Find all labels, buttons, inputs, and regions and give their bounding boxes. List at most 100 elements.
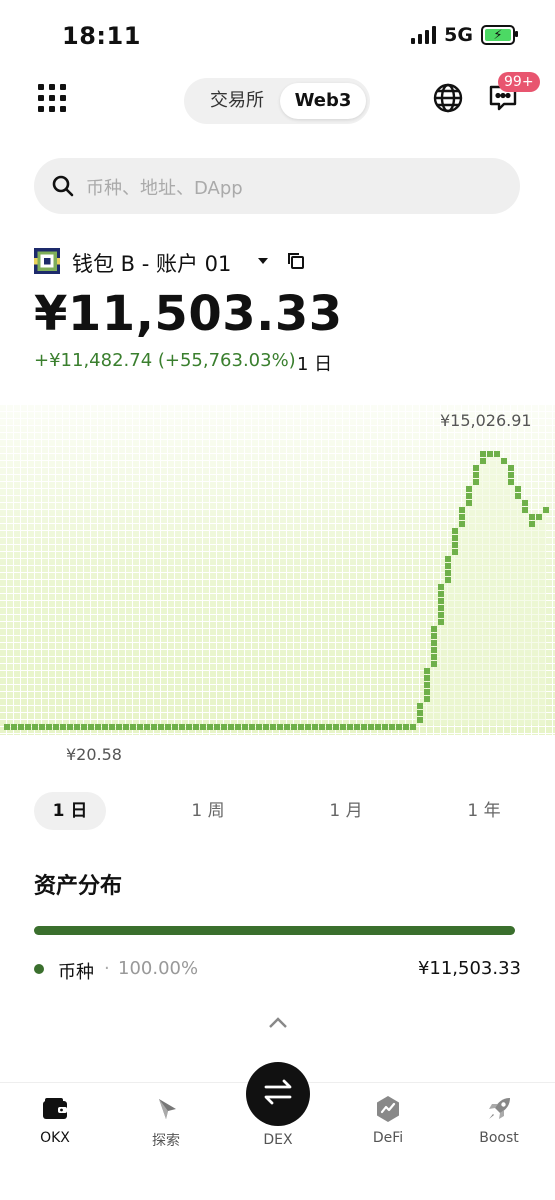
chart-point (431, 647, 437, 653)
chart-point (361, 724, 367, 730)
copy-icon[interactable] (287, 252, 305, 274)
chart-point (431, 661, 437, 667)
chart-point (242, 724, 248, 730)
wallet-avatar-icon (34, 248, 60, 274)
grid-menu-icon[interactable] (38, 84, 66, 112)
chart-point (438, 612, 444, 618)
chart-point (326, 724, 332, 730)
chart-point (417, 717, 423, 723)
asset-value: ¥11,503.33 (417, 958, 521, 979)
chart-point (18, 724, 24, 730)
chart-point (536, 514, 542, 520)
search-bar[interactable]: 币种、地址、DApp (34, 158, 520, 214)
chart-point (459, 521, 465, 527)
chart-point (130, 724, 136, 730)
chart-point (60, 724, 66, 730)
chart-point (25, 724, 31, 730)
chart-point (333, 724, 339, 730)
chart-point (424, 689, 430, 695)
dex-swap-button[interactable] (246, 1062, 310, 1126)
chart-point (529, 521, 535, 527)
chart-point (501, 458, 507, 464)
asset-distribution-title: 资产分布 (34, 874, 123, 899)
chart-point (431, 633, 437, 639)
chart-point (179, 724, 185, 730)
balance-chart[interactable] (0, 405, 555, 765)
chart-point (494, 451, 500, 457)
nav-defi[interactable]: DeFi (343, 1092, 433, 1146)
range-1y[interactable]: 1 年 (448, 792, 520, 830)
chart-point (221, 724, 227, 730)
wallet-icon (10, 1092, 100, 1126)
chart-point (368, 724, 374, 730)
chart-point (431, 626, 437, 632)
range-1m[interactable]: 1 月 (310, 792, 382, 830)
chart-point (312, 724, 318, 730)
chart-point (487, 451, 493, 457)
chart-point (277, 724, 283, 730)
chart-point (53, 724, 59, 730)
notification-badge: 99+ (498, 72, 540, 92)
search-icon (52, 175, 74, 201)
tab-web3[interactable]: Web3 (280, 83, 366, 119)
chart-point (32, 724, 38, 730)
chart-point (291, 724, 297, 730)
nav-boost[interactable]: Boost (454, 1092, 544, 1146)
chart-point (508, 479, 514, 485)
chart-point (347, 724, 353, 730)
chart-point (123, 724, 129, 730)
chart-point (515, 493, 521, 499)
total-balance: ¥11,503.33 (34, 286, 343, 342)
chart-point (459, 514, 465, 520)
chart-point (417, 710, 423, 716)
nav-explore[interactable]: 探索 (121, 1092, 211, 1150)
chart-point (151, 724, 157, 730)
chart-point (263, 724, 269, 730)
chart-point (480, 458, 486, 464)
chart-point (508, 465, 514, 471)
chart-point (354, 724, 360, 730)
chart-point (4, 724, 10, 730)
chart-point (95, 724, 101, 730)
globe-icon[interactable] (432, 82, 464, 118)
tab-exchange[interactable]: 交易所 (192, 83, 282, 119)
swap-icon (263, 1079, 293, 1109)
asset-separator: · (104, 958, 110, 979)
chart-point (88, 724, 94, 730)
chart-point (305, 724, 311, 730)
chart-point (522, 507, 528, 513)
balance-change: +¥11,482.74 (+55,763.03%) (34, 350, 296, 371)
change-period: 1 日 (297, 354, 333, 375)
chart-point (319, 724, 325, 730)
chart-point (270, 724, 276, 730)
search-placeholder: 币种、地址、DApp (86, 178, 243, 199)
chart-point (228, 724, 234, 730)
chart-point (144, 724, 150, 730)
asset-distribution-bar (34, 926, 515, 935)
chart-point (403, 724, 409, 730)
chart-point (137, 724, 143, 730)
chart-point (438, 605, 444, 611)
range-1d[interactable]: 1 日 (34, 792, 106, 830)
account-name[interactable]: 钱包 B - 账户 01 (72, 248, 231, 278)
nav-okx[interactable]: OKX (10, 1092, 100, 1146)
chevron-up-icon[interactable] (268, 1014, 288, 1033)
chart-point (431, 640, 437, 646)
chart-point (158, 724, 164, 730)
chart-point (466, 500, 472, 506)
chart-point (452, 535, 458, 541)
chart-point (186, 724, 192, 730)
nav-label-defi: DeFi (372, 1130, 404, 1146)
chart-point (249, 724, 255, 730)
chart-point (39, 724, 45, 730)
nav-label-dex: DEX (263, 1132, 293, 1148)
chart-point (46, 724, 52, 730)
account-dropdown-icon[interactable] (258, 258, 268, 264)
chart-point (193, 724, 199, 730)
chart-point (375, 724, 381, 730)
chart-point (522, 500, 528, 506)
range-1w[interactable]: 1 周 (172, 792, 244, 830)
chart-point (172, 724, 178, 730)
chart-point (452, 549, 458, 555)
chart-point (165, 724, 171, 730)
